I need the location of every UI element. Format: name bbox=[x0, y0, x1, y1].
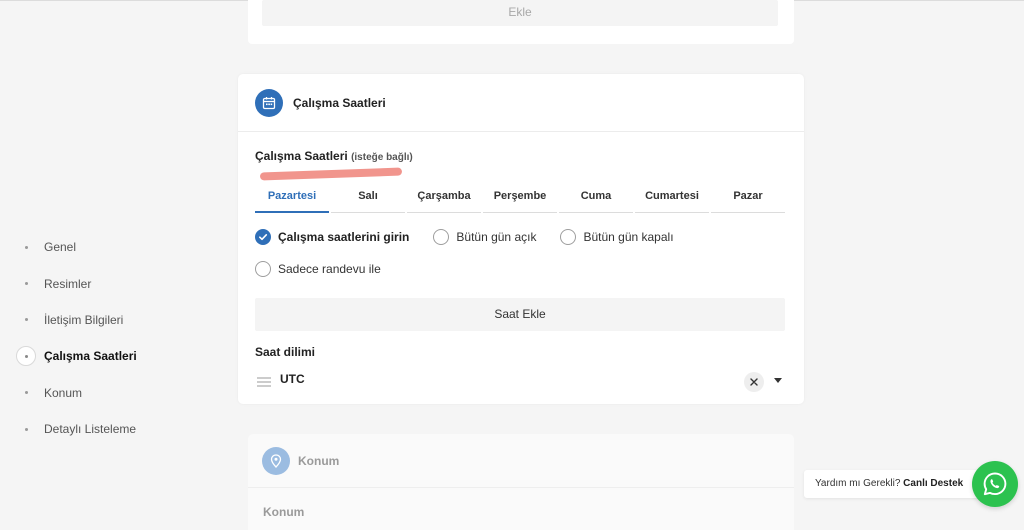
bullet-icon bbox=[16, 237, 36, 257]
radio-circle-icon bbox=[560, 229, 577, 245]
radio-label: Sadece randevu ile bbox=[278, 262, 381, 276]
bullet-active-icon bbox=[16, 346, 36, 367]
sidebar-item-label: Konum bbox=[44, 385, 83, 400]
working-hours-card: Çalışma Saatleri Çalışma Saatleri (isteğ… bbox=[238, 74, 804, 404]
bullet-icon bbox=[16, 419, 36, 439]
location-card: Konum Konum bbox=[248, 434, 794, 530]
bullet-icon bbox=[16, 274, 36, 294]
add-hours-button[interactable]: Saat Ekle bbox=[255, 298, 785, 331]
field-label-text: Çalışma Saatleri bbox=[255, 149, 348, 163]
timezone-select[interactable]: UTC bbox=[255, 366, 785, 392]
sidebar-item-calisma-saatleri[interactable]: Çalışma Saatleri bbox=[16, 338, 137, 374]
clear-icon[interactable] bbox=[744, 372, 764, 392]
sidebar-item-label: Resimler bbox=[44, 276, 92, 291]
card-title: Çalışma Saatleri bbox=[293, 95, 386, 110]
timezone-label: Saat dilimi bbox=[255, 345, 316, 359]
card-header: Konum bbox=[248, 434, 794, 488]
day-tabs: Pazartesi Salı Çarşamba Perşembe Cuma Cu… bbox=[255, 182, 785, 213]
whatsapp-icon bbox=[983, 472, 1007, 496]
radio-circle-icon bbox=[433, 229, 450, 245]
sidebar-item-label: Genel bbox=[44, 240, 77, 255]
optional-hint: (isteğe bağlı) bbox=[351, 152, 413, 163]
drag-handle-icon bbox=[257, 374, 271, 392]
radio-label: Bütün gün kapalı bbox=[583, 230, 674, 244]
add-button[interactable]: Ekle bbox=[262, 0, 778, 26]
bullet-icon bbox=[16, 383, 36, 403]
location-pin-icon bbox=[262, 446, 290, 475]
check-circle-icon bbox=[255, 229, 271, 245]
support-question: Yardım mı Gerekli? bbox=[815, 478, 901, 489]
timezone-value: UTC bbox=[280, 372, 305, 386]
working-hours-label: Çalışma Saatleri (isteğe bağlı) bbox=[255, 149, 413, 163]
whatsapp-button[interactable] bbox=[972, 461, 1018, 507]
sidebar-item-label: Detaylı Listeleme bbox=[44, 422, 137, 437]
radio-label: Çalışma saatlerini girin bbox=[278, 230, 410, 244]
radio-circle-icon bbox=[255, 261, 271, 277]
sidebar-item-resimler[interactable]: Resimler bbox=[16, 265, 137, 301]
sidebar-item-iletisim[interactable]: İletişim Bilgileri bbox=[16, 302, 137, 338]
tab-persembe[interactable]: Perşembe bbox=[483, 182, 557, 213]
caret-down-icon[interactable] bbox=[774, 378, 782, 383]
radio-open-all-day[interactable]: Bütün gün açık bbox=[433, 229, 536, 245]
card-title: Konum bbox=[298, 453, 340, 468]
tab-cumartesi[interactable]: Cumartesi bbox=[635, 182, 709, 213]
sidebar-item-label: İletişim Bilgileri bbox=[44, 312, 124, 327]
sidebar-item-detayli-listeleme[interactable]: Detaylı Listeleme bbox=[16, 411, 137, 447]
support-link[interactable]: Canlı Destek bbox=[903, 478, 963, 489]
red-annotation-stroke bbox=[259, 167, 403, 181]
radio-label: Bütün gün açık bbox=[456, 230, 537, 244]
tab-carsamba[interactable]: Çarşamba bbox=[407, 182, 481, 213]
radio-appointment-only[interactable]: Sadece randevu ile bbox=[255, 261, 381, 277]
tab-pazartesi[interactable]: Pazartesi bbox=[255, 182, 329, 213]
calendar-icon bbox=[255, 88, 283, 117]
hours-mode-options: Çalışma saatlerini girin Bütün gün açık … bbox=[255, 229, 785, 293]
section-nav: Genel Resimler İletişim Bilgileri Çalışm… bbox=[16, 229, 137, 447]
tab-cuma[interactable]: Cuma bbox=[559, 182, 633, 213]
sidebar-item-genel[interactable]: Genel bbox=[16, 229, 137, 265]
tab-sali[interactable]: Salı bbox=[331, 182, 405, 213]
previous-section-card: Ekle bbox=[248, 0, 794, 44]
location-field-label: Konum bbox=[263, 505, 305, 519]
card-header: Çalışma Saatleri bbox=[238, 74, 804, 132]
bullet-icon bbox=[16, 310, 36, 330]
radio-closed-all-day[interactable]: Bütün gün kapalı bbox=[560, 229, 674, 245]
sidebar-item-konum[interactable]: Konum bbox=[16, 375, 137, 411]
sidebar-item-label: Çalışma Saatleri bbox=[44, 349, 137, 364]
support-tooltip[interactable]: Yardım mı Gerekli? Canlı Destek bbox=[804, 470, 994, 498]
radio-enter-hours[interactable]: Çalışma saatlerini girin bbox=[255, 229, 409, 245]
tab-pazar[interactable]: Pazar bbox=[711, 182, 785, 213]
